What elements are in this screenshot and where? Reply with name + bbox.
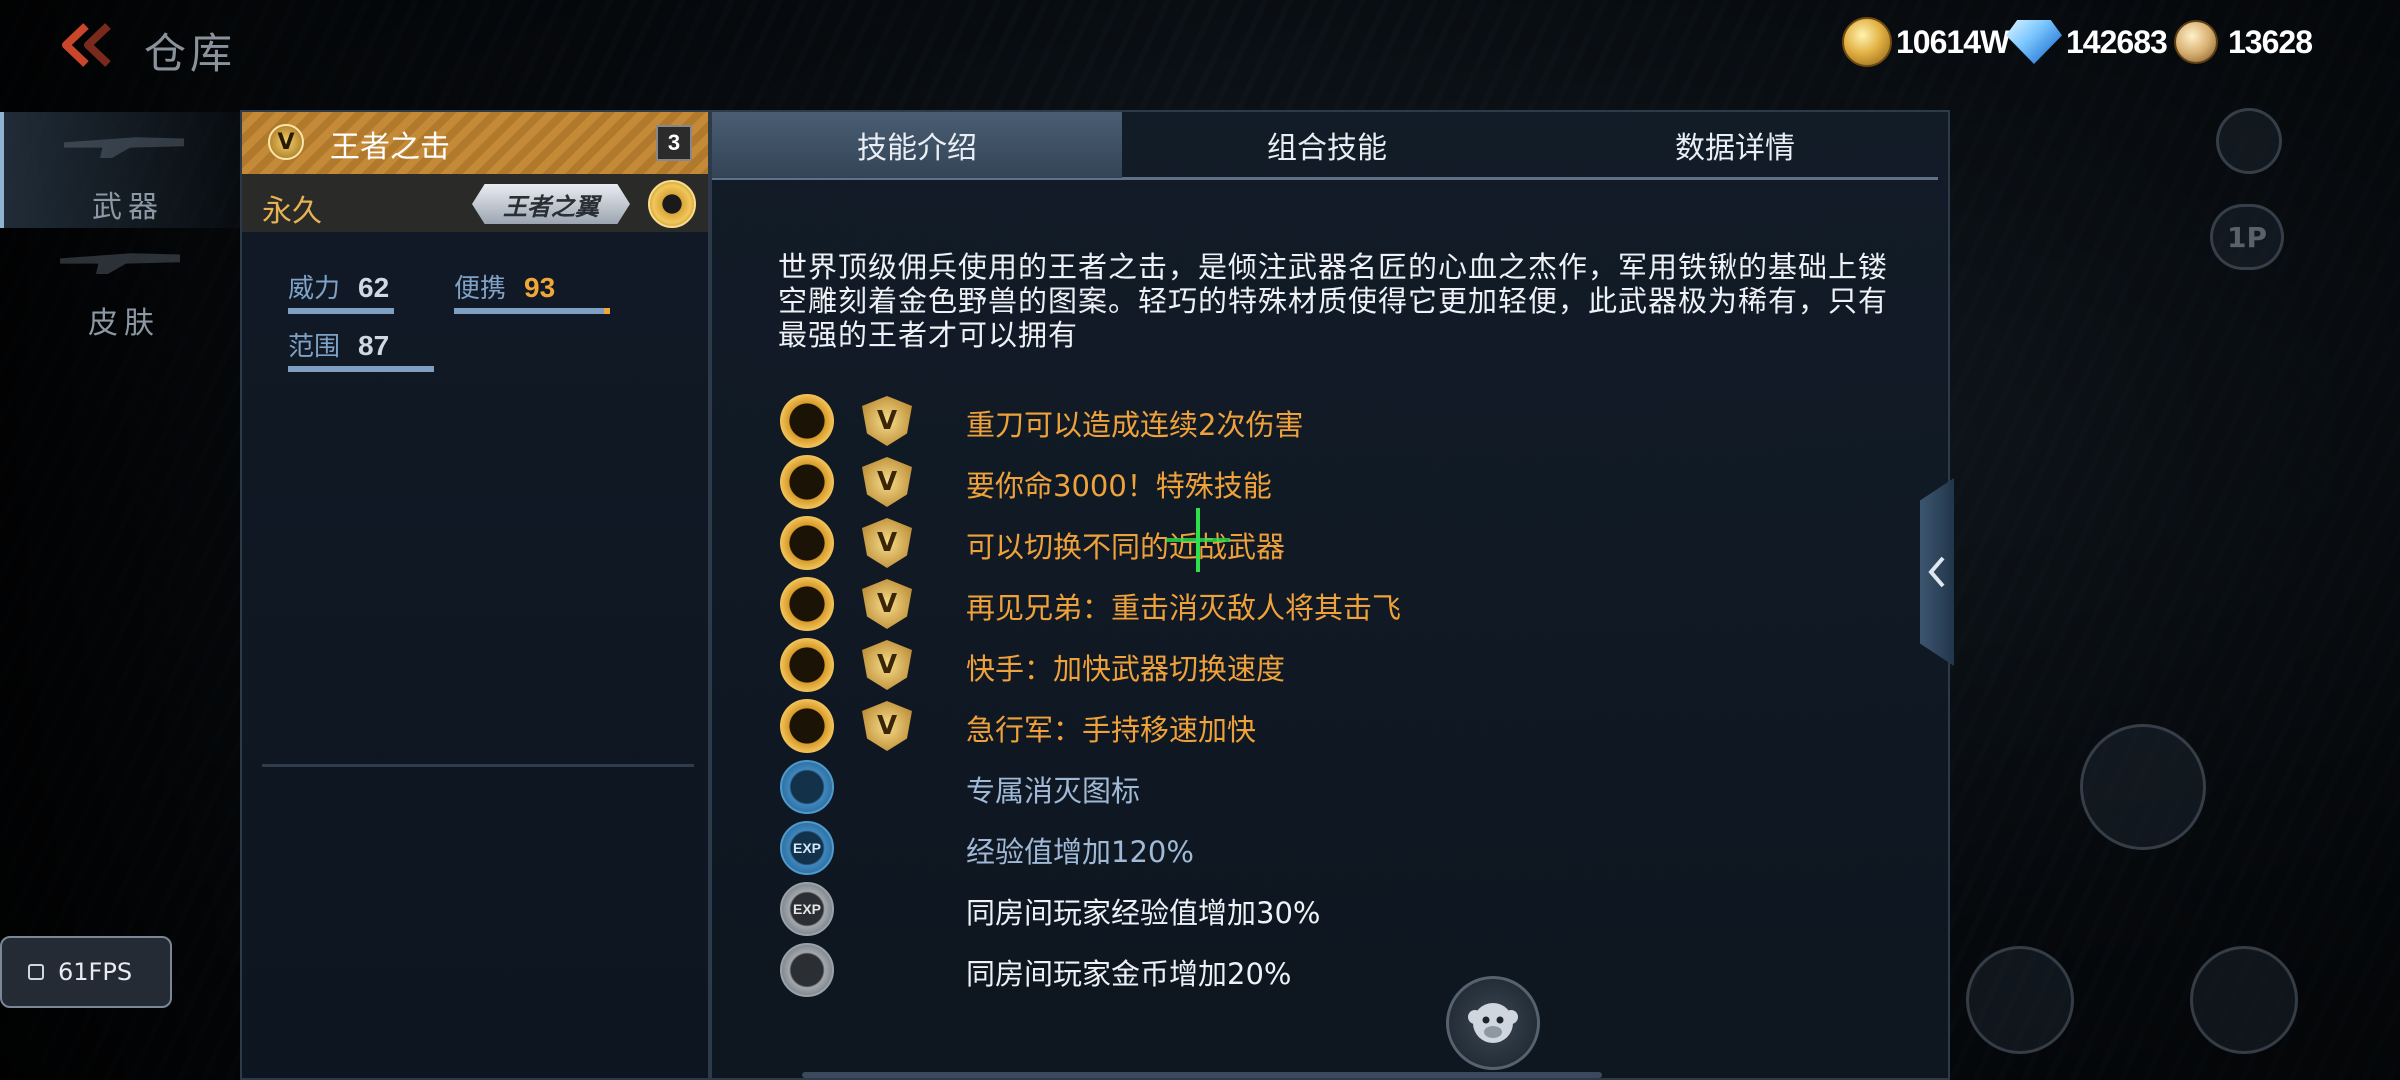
tab-bar: 技能介绍 组合技能 数据详情 — [712, 112, 1938, 180]
skill-row: V 再见兄弟：重击消灭敌人将其击飞 — [780, 575, 1780, 633]
room-exp-icon: EXP — [780, 882, 834, 936]
stat-range-bar — [288, 366, 434, 372]
heavy-blade-icon — [780, 455, 834, 509]
weapon-series-plaque: 王者之翼 — [472, 184, 630, 224]
skill-text: 经验值增加120% — [966, 835, 1194, 869]
rifle-icon — [64, 137, 184, 158]
quick-hand-icon — [780, 638, 834, 692]
aim-ghost-button[interactable] — [2190, 946, 2298, 1054]
weapon-description: 世界顶级佣兵使用的王者之击，是倾注武器名匠的心血之杰作，军用铁锹的基础上镂空雕刻… — [778, 250, 1889, 352]
rail-item-weapons[interactable]: 武器 — [0, 112, 240, 228]
stat-range: 范围 87 — [288, 326, 434, 372]
skill-detail-panel: 技能介绍 组合技能 数据详情 世界顶级佣兵使用的王者之击，是倾注武器名匠的心血之… — [710, 110, 1950, 1080]
vip-shield-icon: V — [862, 518, 912, 568]
vip-shield-icon: V — [862, 457, 912, 507]
heavy-blade-icon — [780, 516, 834, 570]
top-bar: 仓库 10614W 142683 13628 — [0, 0, 2400, 90]
rifle-skin-icon — [60, 253, 180, 274]
tab-combo-skills[interactable]: 组合技能 — [1122, 112, 1532, 178]
skill-row: V 可以切换不同的近战武器 — [780, 514, 1780, 572]
page-title: 仓库 — [144, 29, 237, 78]
horizontal-scrollbar[interactable] — [802, 1072, 1602, 1078]
skill-text: 要你命3000！特殊技能 — [966, 469, 1272, 503]
monkey-face-icon — [1468, 1003, 1518, 1043]
skill-row: V 快手：加快武器切换速度 — [780, 636, 1780, 694]
card-divider — [262, 764, 694, 767]
weapon-card-subheader: 永久 王者之翼 — [242, 174, 708, 232]
vip-shield-icon: V — [862, 640, 912, 690]
stat-range-label: 范围 — [288, 332, 341, 362]
skill-row: V 要你命3000！特殊技能 — [780, 453, 1780, 511]
diamond-currency[interactable]: 142683 — [2006, 16, 2168, 68]
skill-row: EXP 同房间玩家经验值增加30% — [780, 880, 1780, 938]
ammo-ghost-button[interactable] — [2080, 724, 2206, 850]
vip-shield-icon: V — [862, 701, 912, 751]
chevron-left-icon — [1928, 556, 1945, 588]
view-toggle-button[interactable]: 1P — [2210, 204, 2284, 270]
skill-text: 重刀可以造成连续2次伤害 — [966, 408, 1304, 442]
room-coin-icon — [780, 943, 834, 997]
stat-range-value: 87 — [358, 330, 390, 361]
stat-power-value: 62 — [358, 272, 390, 303]
knockback-icon — [780, 577, 834, 631]
swap-weapon-button[interactable] — [1966, 946, 2074, 1054]
category-rail: 武器 皮肤 — [0, 112, 240, 1080]
skill-text: 急行军：手持移速加快 — [966, 713, 1257, 747]
weapon-card: V 王者之击 3 永久 王者之翼 威力 62 便携 93 范围 87 — [240, 110, 710, 1080]
skill-text: 同房间玩家经验值增加30% — [966, 896, 1321, 930]
honor-amount: 13628 — [2228, 23, 2313, 60]
fps-counter: 61FPS — [0, 936, 172, 1008]
copy-icon — [28, 964, 44, 980]
running-man-icon — [780, 699, 834, 753]
exp-icon: EXP — [780, 821, 834, 875]
rail-item-label: 皮肤 — [88, 306, 160, 341]
skill-text: 再见兄弟：重击消灭敌人将其击飞 — [966, 591, 1402, 625]
weapon-name: 王者之击 — [330, 130, 450, 165]
rail-item-skins[interactable]: 皮肤 — [0, 228, 240, 344]
vip-badge-icon: V — [268, 124, 304, 160]
skill-row: 专属消灭图标 — [780, 758, 1780, 816]
stat-portability-bar — [454, 308, 610, 314]
honor-currency[interactable]: 13628 — [2174, 16, 2313, 68]
weapon-level-badge: 3 — [656, 125, 692, 161]
back-button[interactable] — [56, 20, 116, 70]
diamond-amount: 142683 — [2066, 23, 2168, 60]
skill-text: 同房间玩家金币增加20% — [966, 957, 1292, 991]
stat-power-bar — [288, 308, 394, 314]
weapon-card-header: V 王者之击 3 — [242, 112, 708, 174]
diamond-icon — [2006, 20, 2062, 64]
tab-skill-intro[interactable]: 技能介绍 — [712, 112, 1122, 178]
skill-text: 快手：加快武器切换速度 — [966, 652, 1286, 686]
kill-icon-badge — [780, 760, 834, 814]
gold-currency[interactable]: 10614W — [1842, 16, 2010, 68]
skill-text: 专属消灭图标 — [966, 774, 1141, 808]
mascot-button[interactable] — [1446, 976, 1540, 1070]
stat-portability-label: 便携 — [454, 274, 507, 304]
stat-power: 威力 62 — [288, 268, 394, 314]
gamepad-ghost-button[interactable] — [2216, 108, 2282, 174]
skill-row: 同房间玩家金币增加20% — [780, 941, 1780, 999]
rail-item-label: 武器 — [92, 190, 164, 225]
back-chevron-icon — [62, 23, 111, 67]
weapon-duration: 永久 — [262, 194, 322, 229]
crosshair-horizontal — [1166, 538, 1230, 542]
side-collapse-button[interactable] — [1920, 478, 1954, 666]
skill-row: V 急行军：手持移速加快 — [780, 697, 1780, 755]
medal-icon[interactable] — [648, 180, 696, 228]
stat-portability: 便携 93 — [454, 268, 610, 314]
stat-power-label: 威力 — [288, 274, 341, 304]
tab-data-details[interactable]: 数据详情 — [1532, 112, 1938, 178]
skill-row: EXP 经验值增加120% — [780, 819, 1780, 877]
fps-value: 61FPS — [58, 958, 133, 986]
vip-shield-icon: V — [862, 579, 912, 629]
skill-text: 可以切换不同的近战武器 — [966, 530, 1286, 564]
heavy-blade-icon — [780, 394, 834, 448]
vip-shield-icon: V — [862, 396, 912, 446]
gold-coin-icon — [1842, 17, 1892, 67]
skill-row: V 重刀可以造成连续2次伤害 — [780, 392, 1780, 450]
honor-coin-icon — [2174, 20, 2218, 64]
gold-amount: 10614W — [1896, 23, 2010, 60]
stat-portability-value: 93 — [524, 272, 556, 303]
